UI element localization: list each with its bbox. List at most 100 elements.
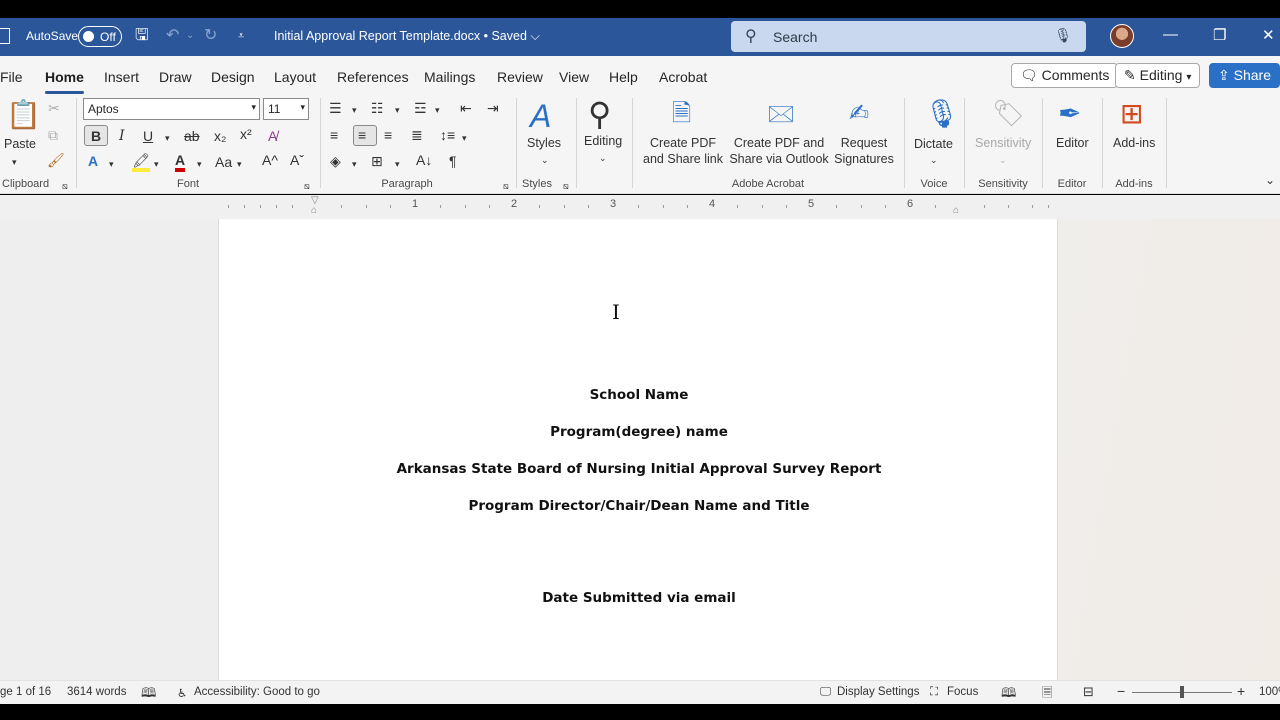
add-ins-icon[interactable]: ⊞ <box>1120 98 1143 130</box>
editing-button-label[interactable]: Editing <box>584 133 622 149</box>
justify-icon[interactable]: ≣ <box>411 127 423 143</box>
doc-line-director[interactable]: Program Director/Chair/Dean Name and Tit… <box>219 498 1059 514</box>
text-effects-icon[interactable]: A <box>88 153 98 169</box>
dialog-launcher-icon[interactable]: ⧅ <box>503 178 509 194</box>
focus-button[interactable]: Focus <box>947 686 978 698</box>
text-effects-dropdown-icon[interactable]: ▾ <box>109 156 114 172</box>
copy-icon[interactable]: ⧉ <box>48 127 58 143</box>
strikethrough-icon[interactable]: ab <box>184 128 200 144</box>
highlight-icon[interactable]: 🖍 <box>132 152 150 172</box>
tab-mailings[interactable]: Mailings <box>424 69 475 85</box>
print-layout-icon[interactable]: 🗏 <box>1042 684 1052 706</box>
tab-home[interactable]: Home <box>45 69 84 85</box>
autosave-toggle[interactable]: Off <box>78 26 122 47</box>
increase-indent-icon[interactable]: ⇥ <box>487 100 499 116</box>
decrease-indent-icon[interactable]: ⇤ <box>460 100 472 116</box>
dictate-button-label[interactable]: Dictate <box>914 136 953 152</box>
close-icon[interactable]: ✕ <box>1262 26 1275 44</box>
paste-icon[interactable]: 📋 <box>6 100 41 130</box>
bullets-icon[interactable]: ☰ <box>329 100 342 116</box>
find-icon[interactable]: ⚲ <box>588 96 611 132</box>
right-indent-marker[interactable]: ⌂ <box>953 205 959 216</box>
dictate-dropdown-icon[interactable]: ⌄ <box>930 152 938 168</box>
left-indent-marker[interactable]: ⌂ <box>311 205 317 216</box>
dialog-launcher-icon[interactable]: ⧅ <box>62 178 68 194</box>
font-name-combo[interactable]: Aptos ▾ <box>83 98 260 120</box>
create-pdf-link-icon[interactable]: 🗎 <box>672 100 691 128</box>
search-box[interactable]: ⚲ Search 🎙 <box>731 21 1086 52</box>
tab-insert[interactable]: Insert <box>104 69 139 85</box>
minimize-icon[interactable]: — <box>1163 26 1178 43</box>
styles-icon[interactable]: A <box>530 98 551 134</box>
line-spacing-dropdown-icon[interactable]: ▾ <box>462 130 467 146</box>
font-color-dropdown-icon[interactable]: ▾ <box>197 156 202 172</box>
numbering-dropdown-icon[interactable]: ▾ <box>395 102 400 118</box>
doc-line-program-name[interactable]: Program(degree) name <box>219 424 1059 440</box>
grow-font-icon[interactable]: A^ <box>262 152 278 168</box>
create-pdf-outlook-line2[interactable]: Share via Outlook <box>729 151 829 167</box>
restore-icon[interactable]: ❐ <box>1213 26 1226 44</box>
shrink-font-icon[interactable]: Aˇ <box>290 152 304 168</box>
underline-icon[interactable]: U <box>143 128 153 144</box>
subscript-icon[interactable]: x₂ <box>214 128 226 144</box>
comments-button[interactable]: 🗨 Comments <box>1011 63 1119 88</box>
dialog-launcher-icon[interactable]: ⧅ <box>304 178 310 194</box>
create-pdf-outlook-icon[interactable]: 🖂 <box>767 100 795 128</box>
shading-dropdown-icon[interactable]: ▾ <box>352 156 357 172</box>
align-center-icon[interactable]: ≡ <box>358 127 366 143</box>
format-painter-icon[interactable]: 🖌 <box>47 152 65 168</box>
zoom-level[interactable]: 100% <box>1259 686 1280 698</box>
paste-dropdown-icon[interactable]: ▾ <box>12 154 17 170</box>
underline-dropdown-icon[interactable]: ▾ <box>165 130 170 146</box>
web-layout-icon[interactable]: ⊟ <box>1083 684 1094 700</box>
word-count[interactable]: 3614 words <box>67 686 126 698</box>
editing-mode-button[interactable]: ✎ Editing ▾ <box>1115 63 1201 88</box>
redo-icon[interactable]: ↻ <box>204 27 217 45</box>
create-pdf-share-link-line1[interactable]: Create PDF <box>643 135 723 151</box>
share-button[interactable]: ⇪ Share <box>1209 63 1280 88</box>
horizontal-ruler[interactable]: ▽ ⌂ 1 2 3 4 5 6 ⌂ <box>218 195 1058 216</box>
create-pdf-outlook-line1[interactable]: Create PDF and <box>731 135 827 151</box>
italic-icon[interactable]: I <box>119 128 125 144</box>
accessibility-status[interactable]: Accessibility: Good to go <box>194 686 320 698</box>
tab-layout[interactable]: Layout <box>274 69 316 85</box>
line-spacing-icon[interactable]: ↕≡ <box>440 127 455 143</box>
multilevel-list-icon[interactable]: ☲ <box>414 100 427 116</box>
tab-review[interactable]: Review <box>497 69 543 85</box>
document-page[interactable]: School Name Program(degree) name Arkansa… <box>218 219 1058 680</box>
shading-icon[interactable]: ◈ <box>330 153 341 169</box>
bullets-dropdown-icon[interactable]: ▾ <box>352 102 357 118</box>
tab-view[interactable]: View <box>559 69 589 85</box>
tab-draw[interactable]: Draw <box>159 69 192 85</box>
zoom-in-icon[interactable]: + <box>1237 683 1245 699</box>
styles-dropdown-icon[interactable]: ⌄ <box>541 152 549 168</box>
styles-button-label[interactable]: Styles <box>527 135 561 151</box>
doc-line-report-title[interactable]: Arkansas State Board of Nursing Initial … <box>219 461 1059 477</box>
doc-line-date-submitted[interactable]: Date Submitted via email <box>219 590 1059 606</box>
change-case-icon[interactable]: Aa <box>215 154 232 170</box>
show-formatting-marks-icon[interactable]: ¶ <box>449 153 457 169</box>
editor-icon[interactable]: ✒ <box>1058 98 1081 130</box>
read-mode-icon[interactable]: 🕮 <box>1001 684 1016 706</box>
borders-icon[interactable]: ⊞ <box>371 153 383 169</box>
superscript-icon[interactable]: x² <box>240 126 252 142</box>
borders-dropdown-icon[interactable]: ▾ <box>395 156 400 172</box>
document-title[interactable]: Initial Approval Report Template.docx • … <box>274 29 540 44</box>
page-count[interactable]: ge 1 of 16 <box>0 686 51 698</box>
tab-references[interactable]: References <box>337 69 409 85</box>
editing-dropdown-icon[interactable]: ⌄ <box>599 150 607 166</box>
create-pdf-share-link-line2[interactable]: and Share link <box>642 151 724 167</box>
request-signatures-icon[interactable]: ✍ <box>849 100 869 128</box>
highlight-dropdown-icon[interactable]: ▾ <box>154 156 159 172</box>
tab-acrobat[interactable]: Acrobat <box>659 69 707 85</box>
request-signatures-line2[interactable]: Signatures <box>833 151 895 167</box>
bold-icon[interactable]: B <box>91 128 101 144</box>
customize-toolbar-icon[interactable]: ⩡ <box>238 27 244 45</box>
doc-line-school-name[interactable]: School Name <box>219 387 1059 403</box>
numbering-icon[interactable]: ☷ <box>371 100 384 116</box>
dialog-launcher-icon[interactable]: ⧅ <box>563 178 569 194</box>
change-case-dropdown-icon[interactable]: ▾ <box>237 156 242 172</box>
microphone-icon[interactable]: 🎙 <box>1054 27 1072 44</box>
request-signatures-line1[interactable]: Request <box>836 135 892 151</box>
proofing-icon[interactable]: 🕮 <box>141 684 156 706</box>
